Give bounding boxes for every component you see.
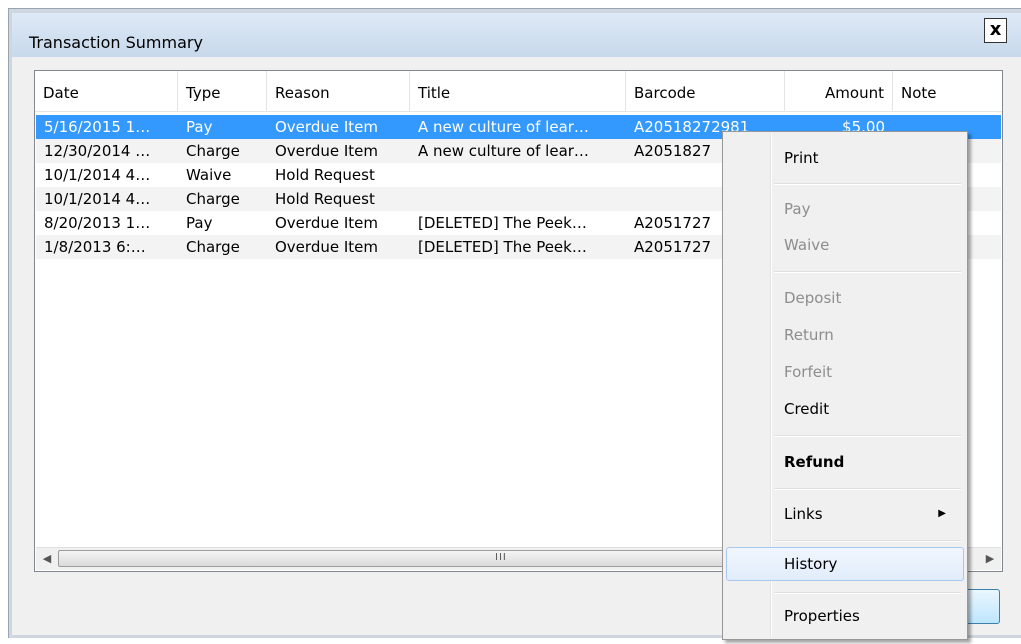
cell-type: Charge (186, 238, 240, 256)
column-header-note[interactable]: Note (893, 71, 1001, 111)
cell-title (410, 187, 626, 211)
cell-reason: Overdue Item (275, 118, 378, 136)
scroll-left-arrow-icon[interactable]: ◀ (36, 548, 58, 570)
submenu-arrow-icon: ▶ (938, 508, 946, 519)
column-header-date[interactable]: Date (35, 71, 178, 111)
scroll-grip-icon: III (495, 552, 507, 563)
menu-item-refund[interactable]: Refund (726, 445, 964, 479)
menu-item-links-label: Links (784, 505, 823, 523)
cell-reason: Hold Request (275, 190, 375, 208)
cell-title: A new culture of lear… (418, 118, 589, 136)
cell-reason: Overdue Item (275, 142, 378, 160)
cell-date: 5/16/2015 1… (44, 118, 151, 136)
cell-reason: Hold Request (275, 166, 375, 184)
column-header-barcode[interactable]: Barcode (626, 71, 785, 111)
menu-item-links[interactable]: Links ▶ (726, 497, 964, 531)
menu-item-deposit[interactable]: Deposit (726, 281, 964, 315)
menu-item-waive[interactable]: Waive (726, 228, 964, 262)
cell-date: 10/1/2014 4… (44, 166, 151, 184)
cell-date: 1/8/2013 6:… (44, 238, 146, 256)
cell-date: 12/30/2014 … (44, 142, 151, 160)
menu-item-return[interactable]: Return (726, 318, 964, 352)
context-menu: Print Pay Waive Deposit Return Forfeit C… (722, 131, 968, 640)
cell-title: [DELETED] The Peek… (418, 238, 587, 256)
close-button[interactable]: x (984, 18, 1007, 43)
cell-date: 10/1/2014 4… (44, 190, 151, 208)
menu-item-pay[interactable]: Pay (726, 192, 964, 226)
column-header-reason[interactable]: Reason (267, 71, 410, 111)
menu-separator (774, 435, 961, 437)
column-header-title[interactable]: Title (410, 71, 626, 111)
column-header-amount[interactable]: Amount (785, 71, 893, 111)
cell-title: A new culture of lear… (418, 142, 589, 160)
scroll-right-arrow-icon[interactable]: ▶ (979, 548, 1001, 570)
window-title: Transaction Summary (29, 33, 203, 52)
menu-separator (774, 540, 961, 542)
cell-date: 8/20/2013 1… (44, 214, 151, 232)
cell-type: Charge (186, 142, 240, 160)
cell-type: Charge (186, 190, 240, 208)
column-header-type[interactable]: Type (178, 71, 267, 111)
cell-title: [DELETED] The Peek… (418, 214, 587, 232)
cell-reason: Overdue Item (275, 214, 378, 232)
cell-type: Waive (186, 166, 232, 184)
menu-item-print[interactable]: Print (726, 141, 964, 175)
cell-reason: Overdue Item (275, 238, 378, 256)
menu-item-properties[interactable]: Properties (726, 599, 964, 633)
cell-title (410, 163, 626, 187)
cell-type: Pay (186, 214, 213, 232)
menu-item-forfeit[interactable]: Forfeit (726, 355, 964, 389)
menu-separator (774, 488, 961, 490)
menu-separator (774, 592, 961, 594)
cell-type: Pay (186, 118, 213, 136)
menu-item-history[interactable]: History (726, 547, 964, 581)
list-header: Date Type Reason Title Barcode Amount No… (35, 71, 1002, 112)
menu-separator (774, 183, 961, 185)
menu-item-credit[interactable]: Credit (726, 392, 964, 426)
menu-separator (774, 271, 961, 273)
